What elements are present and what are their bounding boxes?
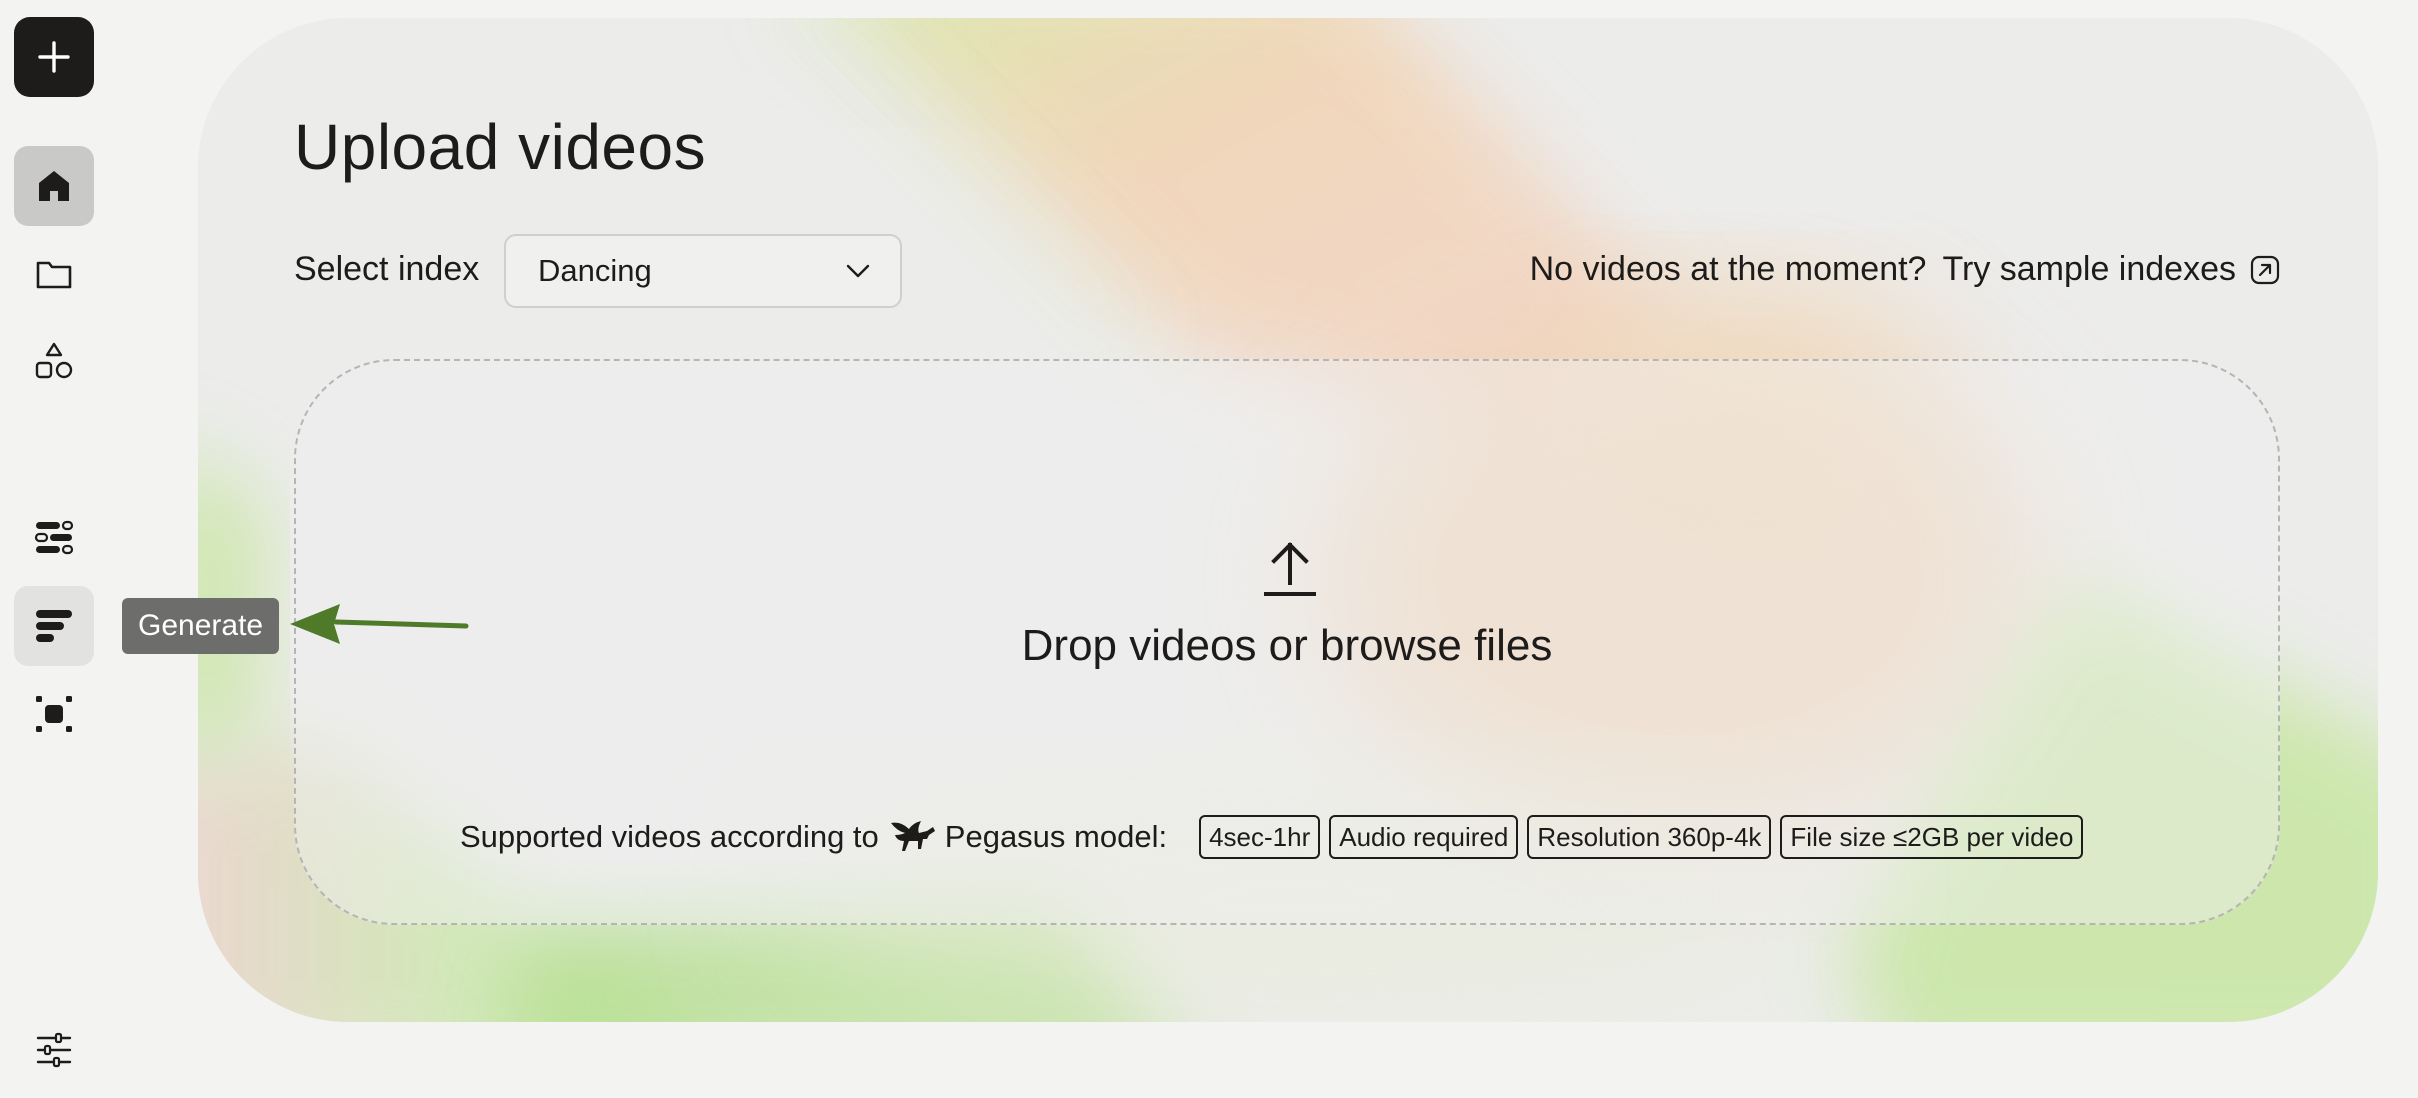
pegasus-icon [890, 821, 935, 851]
try-sample-indexes-label: Try sample indexes [1942, 250, 2236, 288]
model-name: Pegasus model: [944, 819, 1168, 854]
supported-videos-row: Supported videos according to Pegasus mo… [460, 815, 2092, 859]
analyze-icon [34, 520, 74, 555]
badge-resolution: Resolution 360p-4k [1527, 815, 1772, 859]
supported-prefix: Supported videos according to [460, 819, 879, 854]
index-select-value: Dancing [538, 253, 652, 288]
badge-audio: Audio required [1329, 815, 1519, 859]
shapes-icon [35, 342, 73, 379]
generate-icon [36, 610, 72, 642]
no-videos-prompt: No videos at the moment? [1529, 250, 1927, 288]
drop-videos-text: Drop videos or browse files [1021, 621, 1553, 670]
upload-card: Upload videos Select index Dancing No vi… [198, 18, 2378, 1022]
external-link-icon [2250, 255, 2280, 284]
sidebar-item-shapes[interactable] [14, 322, 94, 402]
video-dropzone[interactable]: Drop videos or browse files Supported vi… [294, 359, 2280, 925]
supported-videos-label: Supported videos according to Pegasus mo… [460, 819, 1167, 855]
sidebar [0, 0, 108, 1098]
generate-tooltip: Generate [122, 598, 280, 654]
sliders-icon [36, 1032, 72, 1068]
badge-duration: 4sec-1hr [1199, 815, 1321, 859]
badge-file-size: File size ≤2GB per video [1780, 815, 2084, 859]
index-select[interactable]: Dancing [504, 234, 902, 308]
sidebar-item-generate[interactable] [14, 586, 94, 666]
sidebar-item-folder[interactable] [14, 234, 94, 314]
annotation-arrow-icon [290, 604, 469, 644]
folder-icon [36, 261, 72, 289]
try-sample-indexes-link[interactable]: Try sample indexes [1942, 250, 2280, 289]
sidebar-item-analyze[interactable] [14, 498, 94, 578]
sidebar-item-home[interactable] [14, 146, 94, 226]
new-button[interactable] [14, 17, 94, 97]
home-icon [39, 171, 69, 201]
sample-index-row: No videos at the moment? Try sample inde… [1530, 250, 2280, 289]
page-title: Upload videos [294, 111, 707, 183]
sidebar-item-settings[interactable] [14, 1010, 94, 1090]
plus-icon [38, 41, 70, 73]
embed-icon [36, 696, 72, 732]
select-index-label: Select index [294, 250, 480, 288]
upload-icon [1264, 542, 1316, 596]
chevron-down-icon [846, 264, 870, 278]
requirement-badges: 4sec-1hr Audio required Resolution 360p-… [1199, 815, 2092, 859]
sidebar-item-embed[interactable] [14, 674, 94, 754]
